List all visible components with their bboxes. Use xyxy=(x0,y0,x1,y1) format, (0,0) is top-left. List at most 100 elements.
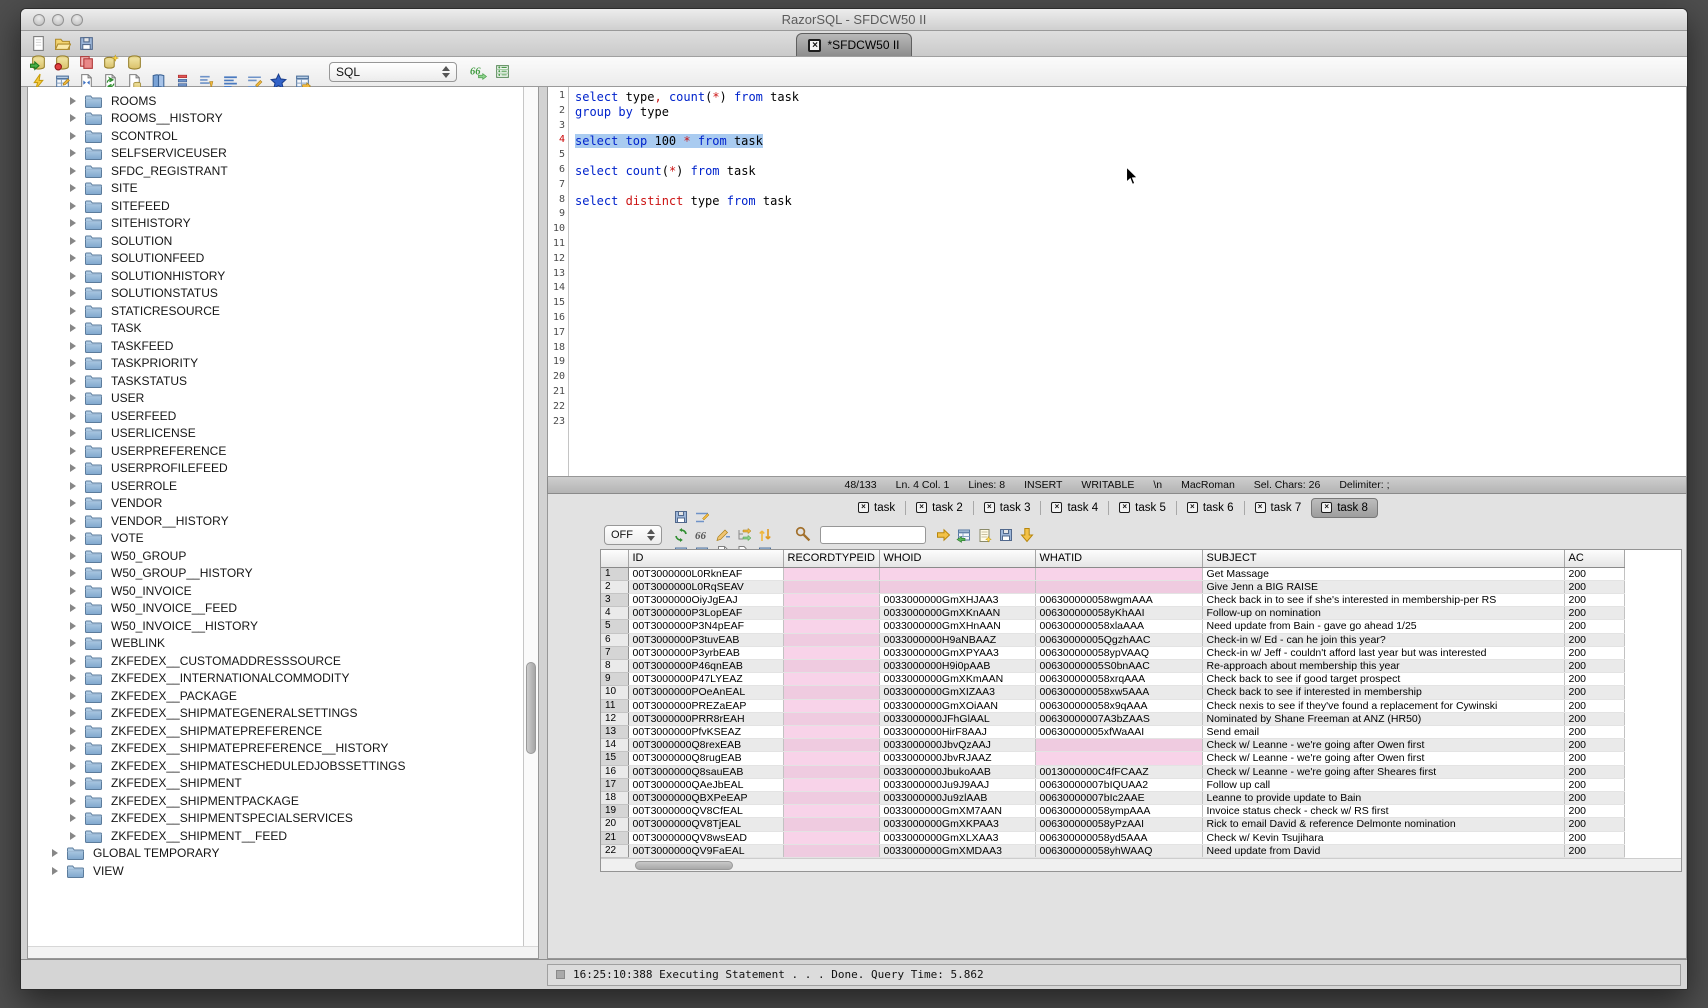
cell-subject[interactable]: Check back to see if interested in membe… xyxy=(1202,686,1564,699)
cell-whatid[interactable] xyxy=(1035,567,1202,580)
expand-arrow-icon[interactable] xyxy=(70,167,76,175)
close-tab-icon[interactable]: × xyxy=(1255,502,1266,513)
cell-subject[interactable]: Check w/ Leanne - we're going after Owen… xyxy=(1202,739,1564,752)
cell-id[interactable]: 00T3000000QAeJbEAL xyxy=(628,778,783,791)
tree-item-view[interactable]: VIEW xyxy=(28,862,523,880)
cell-ac[interactable]: 200 xyxy=(1564,686,1624,699)
code-line[interactable] xyxy=(575,149,1686,164)
tree-item-zkfedex-customaddresssource[interactable]: ZKFEDEX__CUSTOMADDRESSSOURCE xyxy=(28,652,523,670)
tree-item-staticresource[interactable]: STATICRESOURCE xyxy=(28,302,523,320)
tree-item-taskstatus[interactable]: TASKSTATUS xyxy=(28,372,523,390)
results-table[interactable]: IDRECORDTYPEIDWHOIDWHATIDSUBJECTAC 100T3… xyxy=(601,550,1625,858)
tree-item-w50-group-history[interactable]: W50_GROUP__HISTORY xyxy=(28,565,523,583)
expand-arrow-icon[interactable] xyxy=(70,254,76,262)
cell-id[interactable]: 00T3000000OiyJgEAJ xyxy=(628,593,783,606)
expand-arrow-icon[interactable] xyxy=(70,482,76,490)
tree-item-vendor-history[interactable]: VENDOR__HISTORY xyxy=(28,512,523,530)
table-row[interactable]: 2100T3000000QV8wsEAD0033000000GmXLXAA300… xyxy=(601,831,1624,844)
code-line[interactable] xyxy=(575,401,1686,416)
cell-whoid[interactable]: 0033000000GmXM7AAN xyxy=(879,805,1035,818)
cell-whoid[interactable] xyxy=(879,580,1035,593)
expand-arrow-icon[interactable] xyxy=(70,709,76,717)
cell-whatid[interactable]: 006300000058ympAAA xyxy=(1035,805,1202,818)
expand-arrow-icon[interactable] xyxy=(70,464,76,472)
cell-whatid[interactable] xyxy=(1035,739,1202,752)
table-row[interactable]: 2200T3000000QV9FaEAL0033000000GmXMDAA300… xyxy=(601,844,1624,857)
cell-whoid[interactable]: 0033000000GmXKPAA3 xyxy=(879,818,1035,831)
tree-item-solution[interactable]: SOLUTION xyxy=(28,232,523,250)
cell-recordtypeid[interactable] xyxy=(783,805,879,818)
cell-subject[interactable]: Leanne to provide update to Bain xyxy=(1202,791,1564,804)
close-tab-icon[interactable]: × xyxy=(916,502,927,513)
table-row[interactable]: 400T3000000P3LopEAF0033000000GmXKnAAN006… xyxy=(601,607,1624,620)
tree-item-user[interactable]: USER xyxy=(28,390,523,408)
panel-splitter[interactable] xyxy=(539,87,547,959)
cell-recordtypeid[interactable] xyxy=(783,607,879,620)
result-tab-task[interactable]: ×task xyxy=(848,498,905,518)
cell-whoid[interactable]: 0033000000GmXKmAAN xyxy=(879,673,1035,686)
cell-ac[interactable]: 200 xyxy=(1564,778,1624,791)
tree-item-sitefeed[interactable]: SITEFEED xyxy=(28,197,523,215)
tree-vertical-scrollbar[interactable] xyxy=(523,87,538,958)
expand-arrow-icon[interactable] xyxy=(70,727,76,735)
cell-id[interactable]: 00T3000000P47LYEAZ xyxy=(628,673,783,686)
cell-whatid[interactable]: 00630000007A3bZAAS xyxy=(1035,712,1202,725)
notepad-new-icon[interactable] xyxy=(976,526,994,544)
tree-item-userrole[interactable]: USERROLE xyxy=(28,477,523,495)
format-results-icon[interactable] xyxy=(693,508,711,526)
cell-whoid[interactable]: 0033000000Ju9J9AAJ xyxy=(879,778,1035,791)
cell-subject[interactable]: Re-approach about membership this year xyxy=(1202,659,1564,672)
table-row[interactable]: 2000T3000000QV8TjEAL0033000000GmXKPAA300… xyxy=(601,818,1624,831)
autocommit-select[interactable]: OFF xyxy=(604,525,662,545)
cell-whoid[interactable]: 0033000000GmXIZAA3 xyxy=(879,686,1035,699)
cell-whatid[interactable]: 006300000058ypVAAQ xyxy=(1035,646,1202,659)
close-tab-icon[interactable]: × xyxy=(1119,502,1130,513)
code-line[interactable] xyxy=(575,120,1686,135)
tree-item-rooms-history[interactable]: ROOMS__HISTORY xyxy=(28,110,523,128)
code-line[interactable]: group by type xyxy=(575,105,1686,120)
cell-whoid[interactable]: 0033000000GmXKnAAN xyxy=(879,607,1035,620)
cell-subject[interactable]: Check w/ Leanne - we're going after Owen… xyxy=(1202,752,1564,765)
cell-whatid[interactable]: 00630000005xfWaAAI xyxy=(1035,725,1202,738)
cell-whoid[interactable]: 0033000000JbvRJAAZ xyxy=(879,752,1035,765)
cell-recordtypeid[interactable] xyxy=(783,778,879,791)
cell-recordtypeid[interactable] xyxy=(783,844,879,857)
expand-arrow-icon[interactable] xyxy=(70,237,76,245)
cell-whatid[interactable]: 006300000058x9qAAA xyxy=(1035,699,1202,712)
cell-ac[interactable]: 200 xyxy=(1564,844,1624,857)
save-results-2-icon[interactable] xyxy=(997,526,1015,544)
table-row[interactable]: 1000T3000000POeAnEAL0033000000GmXIZAA300… xyxy=(601,686,1624,699)
tree-item-zkfedex-shipment-feed[interactable]: ZKFEDEX__SHIPMENT__FEED xyxy=(28,827,523,845)
expand-arrow-icon[interactable] xyxy=(70,412,76,420)
cell-subject[interactable]: Invoice status check - check w/ RS first xyxy=(1202,805,1564,818)
tree-item-w50-invoice-history[interactable]: W50_INVOICE__HISTORY xyxy=(28,617,523,635)
result-tab-task-3[interactable]: ×task 3 xyxy=(974,498,1041,518)
tree-item-taskfeed[interactable]: TASKFEED xyxy=(28,337,523,355)
table-row[interactable]: 900T3000000P47LYEAZ0033000000GmXKmAAN006… xyxy=(601,673,1624,686)
minimize-window-button[interactable] xyxy=(52,14,64,26)
zoom-window-button[interactable] xyxy=(71,14,83,26)
cell-recordtypeid[interactable] xyxy=(783,686,879,699)
expand-arrow-icon[interactable] xyxy=(70,674,76,682)
cell-whoid[interactable]: 0033000000GmXHnAAN xyxy=(879,620,1035,633)
expand-arrow-icon[interactable] xyxy=(70,429,76,437)
expand-arrow-icon[interactable] xyxy=(70,184,76,192)
column-header-whatid[interactable]: WHATID xyxy=(1035,550,1202,567)
cell-subject[interactable]: Check back in to see if she's interested… xyxy=(1202,593,1564,606)
tree-item-vendor[interactable]: VENDOR xyxy=(28,495,523,513)
cell-id[interactable]: 00T3000000QV8TjEAL xyxy=(628,818,783,831)
stepper-arrows-icon[interactable] xyxy=(641,529,655,541)
tree-item-solutionfeed[interactable]: SOLUTIONFEED xyxy=(28,250,523,268)
cell-whoid[interactable]: 0033000000GmXHJAA3 xyxy=(879,593,1035,606)
cell-recordtypeid[interactable] xyxy=(783,725,879,738)
cell-whoid[interactable]: 0033000000GmXPYAA3 xyxy=(879,646,1035,659)
expand-arrow-icon[interactable] xyxy=(70,569,76,577)
cell-recordtypeid[interactable] xyxy=(783,593,879,606)
cell-whoid[interactable]: 0033000000GmXOiAAN xyxy=(879,699,1035,712)
cell-whatid[interactable] xyxy=(1035,580,1202,593)
table-row[interactable]: 300T3000000OiyJgEAJ0033000000GmXHJAA3006… xyxy=(601,593,1624,606)
cell-whatid[interactable] xyxy=(1035,752,1202,765)
tree-item-sitehistory[interactable]: SITEHISTORY xyxy=(28,215,523,233)
expand-arrow-icon[interactable] xyxy=(70,692,76,700)
table-row[interactable]: 1800T3000000QBXPeEAP0033000000Ju9zlAAB00… xyxy=(601,791,1624,804)
